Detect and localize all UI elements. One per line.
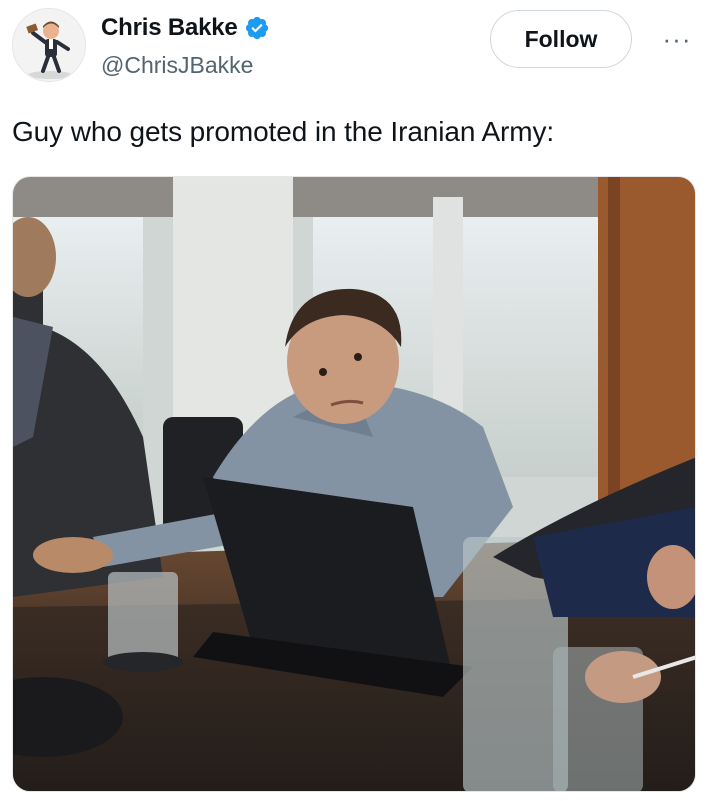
tweet-media-image[interactable]	[12, 176, 696, 792]
avatar[interactable]	[12, 8, 86, 82]
verified-badge-icon	[244, 15, 270, 41]
follow-button[interactable]: Follow	[490, 10, 632, 68]
author-name-row: Chris Bakke	[101, 14, 270, 42]
tweet-text: Guy who gets promoted in the Iranian Arm…	[12, 116, 555, 147]
more-dots-icon[interactable]: ···	[660, 24, 694, 54]
display-name[interactable]: Chris Bakke	[101, 14, 238, 42]
author-handle[interactable]: @ChrisJBakke	[101, 52, 253, 79]
